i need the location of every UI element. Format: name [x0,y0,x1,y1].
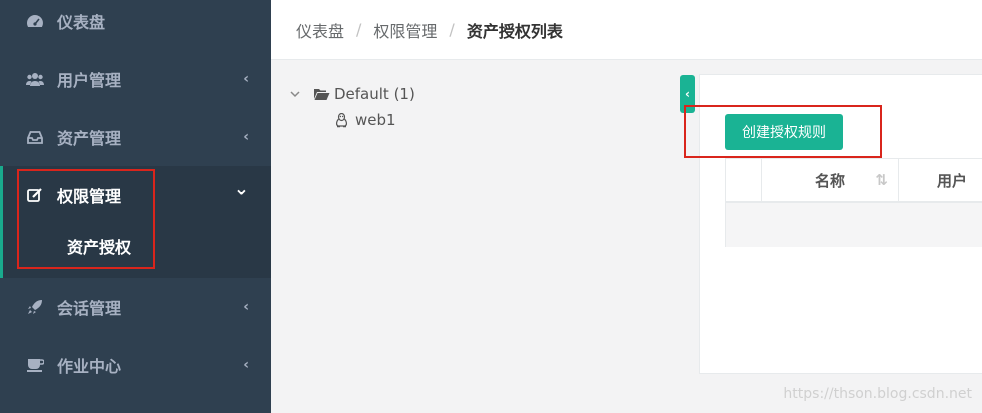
dashboard-icon [26,12,44,30]
table-row [726,203,982,247]
page-title: 资产授权列表 [466,21,563,41]
watermark: https://thson.blog.csdn.net [783,386,972,402]
table-header-user[interactable]: 用户 [899,159,982,201]
chevron-left-icon: ‹ [685,87,690,101]
tree-node-label[interactable]: Default (1) [334,85,415,103]
sort-icon[interactable]: ⇅ [875,171,888,189]
chevron-down-icon: ⌄ [233,178,249,200]
asset-tree: Default (1) web1 [290,82,415,132]
inbox-icon [26,128,44,146]
table-header-select[interactable] [726,159,762,201]
create-permission-rule-button[interactable]: 创建授权规则 [725,114,843,150]
breadcrumb-separator: / [449,20,455,39]
tree-node-default[interactable]: Default (1) [290,82,415,106]
tree-node-label[interactable]: web1 [355,111,396,129]
sidebar: 仪表盘 用户管理 ‹ 资产管理 ‹ 权限管理 ⌄ 资产授权 会话管理 ‹ 作业中… [0,0,271,413]
users-icon [26,70,44,88]
coffee-icon [26,356,44,374]
nav-group-permissions: 权限管理 ⌄ 资产授权 [0,166,271,278]
nav-item-users[interactable]: 用户管理 ‹ [0,50,271,108]
breadcrumb-dashboard[interactable]: 仪表盘 [296,18,344,42]
breadcrumb-permissions[interactable]: 权限管理 [373,18,437,42]
permission-table: 名称 ⇅ 用户 [725,158,982,247]
tree-node-web1[interactable]: web1 [335,108,415,132]
sidebar-subitem-asset-permission[interactable]: 资产授权 [67,234,131,258]
collapse-tree-button[interactable]: ‹ [680,75,695,113]
nav-label: 用户管理 [57,71,122,90]
breadcrumb: 仪表盘 / 权限管理 / 资产授权列表 [271,0,982,60]
nav-item-sessions[interactable]: 会话管理 ‹ [0,278,271,336]
breadcrumb-separator: / [356,20,362,39]
edit-icon [26,186,44,204]
column-label: 名称 [814,171,845,190]
rocket-icon [26,298,44,316]
chevron-down-icon[interactable] [290,87,302,101]
table-header-name[interactable]: 名称 ⇅ [762,159,899,201]
chevron-left-icon: ‹ [243,357,249,373]
linux-icon [335,112,348,128]
nav-label: 仪表盘 [57,13,106,32]
chevron-left-icon: ‹ [243,129,249,145]
nav-item-assets[interactable]: 资产管理 ‹ [0,108,271,166]
chevron-left-icon: ‹ [243,71,249,87]
table-header: 名称 ⇅ 用户 [726,159,982,203]
nav-label: 权限管理 [57,187,122,206]
nav-label: 会话管理 [57,299,122,318]
chevron-left-icon: ‹ [243,299,249,315]
nav-label: 资产管理 [57,129,122,148]
nav-item-permissions[interactable]: 权限管理 ⌄ [0,166,271,224]
nav-item-jobs[interactable]: 作业中心 ‹ [0,336,271,394]
folder-open-icon [313,87,330,101]
nav-label: 作业中心 [57,357,122,376]
nav-item-dashboard[interactable]: 仪表盘 [0,0,271,50]
